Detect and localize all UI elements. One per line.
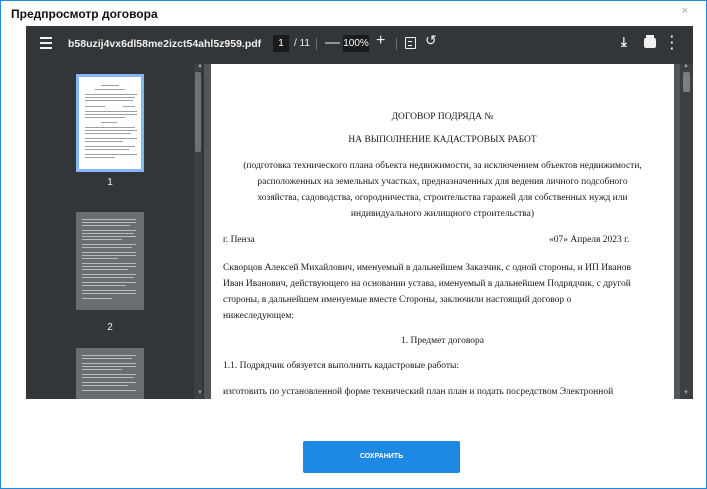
zoom-out-button[interactable]: —	[325, 34, 340, 51]
pdf-page: ДОГОВОР ПОДРЯДА № НА ВЫПОЛНЕНИЕ КАДАСТРО…	[211, 64, 674, 399]
page-number-input[interactable]: 1	[273, 35, 289, 52]
thumbnail-number: 2	[107, 322, 113, 333]
scroll-down-icon[interactable]: ▼	[683, 390, 689, 396]
parties-line: нижеследующем:	[223, 311, 294, 321]
menu-icon[interactable]	[40, 37, 52, 49]
document-date: «07» Апреля 2023 г.	[549, 235, 630, 245]
intro-line: хозяйства, садоводства, огородничества, …	[257, 193, 628, 203]
close-icon[interactable]: ×	[682, 5, 688, 17]
zoom-input[interactable]: 100%	[343, 35, 369, 52]
print-icon[interactable]	[644, 35, 656, 48]
thumbnail-page-2[interactable]	[76, 212, 144, 310]
download-icon[interactable]: ⤓	[621, 34, 627, 50]
more-options-icon[interactable]: · · ·	[670, 30, 674, 55]
toolbar-divider	[316, 38, 317, 50]
scroll-down-icon[interactable]: ▼	[197, 390, 203, 396]
thumbnail-page-1[interactable]	[76, 74, 144, 172]
pdf-filename: b58uzij4vx6dl58me2izct54ahl5z959.pdf	[68, 38, 262, 50]
section-title: 1. Предмет договора	[401, 336, 484, 346]
save-button[interactable]: СОХРАНИТЬ	[303, 441, 460, 473]
clause-1-1: 1.1. Подрядчик обязуется выполнить кадас…	[223, 361, 460, 371]
intro-line: (подготовка технического плана объекта н…	[243, 161, 642, 171]
dialog-title: Предпросмотр договора	[11, 7, 158, 21]
thumbnail-number: 1	[107, 177, 113, 188]
pdf-viewer: b58uzij4vx6dl58me2izct54ahl5z959.pdf 1 /…	[26, 26, 693, 399]
thumbnail-sidebar: 1 2 ▲ ▼	[26, 63, 204, 399]
clause-text: изготовить по установленной форме технич…	[223, 387, 614, 397]
parties-line: Скворцов Алексей Михайлович, именуемый в…	[223, 263, 631, 273]
thumbnail-scrollbar[interactable]: ▲ ▼	[194, 63, 203, 399]
thumbnail-page-3[interactable]	[76, 348, 144, 399]
document-title: ДОГОВОР ПОДРЯДА №	[391, 112, 494, 122]
scroll-up-icon[interactable]: ▲	[683, 63, 689, 69]
document-scrollbar[interactable]: ▲ ▼	[680, 63, 693, 399]
scrollbar-thumb[interactable]	[683, 72, 690, 92]
page-total: / 11	[294, 38, 310, 49]
contract-preview-dialog: Предпросмотр договора × b58uzij4vx6dl58m…	[0, 0, 707, 489]
toolbar-divider	[396, 38, 397, 50]
document-subtitle: НА ВЫПОЛНЕНИЕ КАДАСТРОВЫХ РАБОТ	[348, 135, 537, 145]
pdf-toolbar: b58uzij4vx6dl58me2izct54ahl5z959.pdf 1 /…	[26, 26, 693, 64]
parties-line: Иван Иванович, действующего на основании…	[223, 279, 631, 289]
parties-line: стороны, в дальнейшем именуемые вместе С…	[223, 295, 572, 305]
rotate-icon[interactable]: ↺	[425, 32, 437, 49]
scroll-up-icon[interactable]: ▲	[197, 63, 203, 69]
intro-line: индивидуального жилищного строительства)	[350, 209, 535, 219]
document-city: г. Пенза	[223, 235, 255, 245]
fit-page-icon[interactable]	[405, 37, 416, 49]
intro-line: расположенных на земельных участках, пре…	[257, 177, 628, 187]
zoom-in-button[interactable]: +	[376, 32, 385, 50]
scrollbar-thumb[interactable]	[195, 72, 201, 152]
